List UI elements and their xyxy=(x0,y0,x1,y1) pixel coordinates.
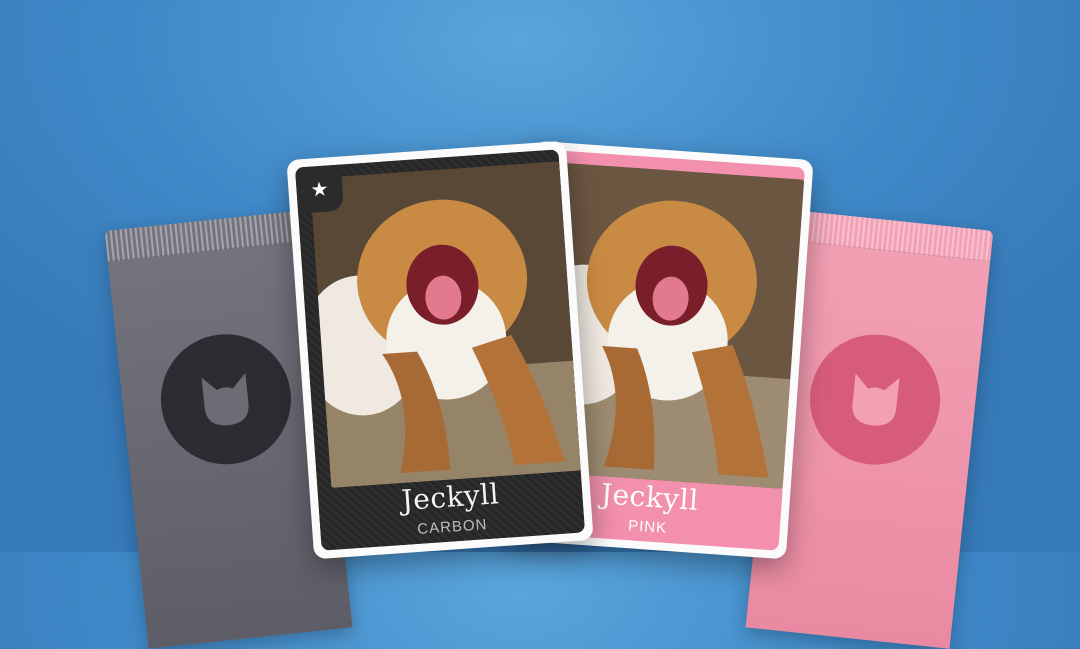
card-jeckyll-carbon[interactable]: ★ Jeckyll CARBON xyxy=(286,140,594,560)
cat-head-icon xyxy=(852,373,900,426)
cat-photo xyxy=(309,161,581,488)
pack-emblem xyxy=(803,328,947,472)
cat-head-icon xyxy=(201,373,249,426)
pack-emblem xyxy=(154,327,298,471)
card-face: ★ Jeckyll CARBON xyxy=(294,149,586,551)
pack-crimp xyxy=(786,209,994,262)
star-icon[interactable]: ★ xyxy=(294,164,345,214)
pack-crimp xyxy=(104,209,312,262)
